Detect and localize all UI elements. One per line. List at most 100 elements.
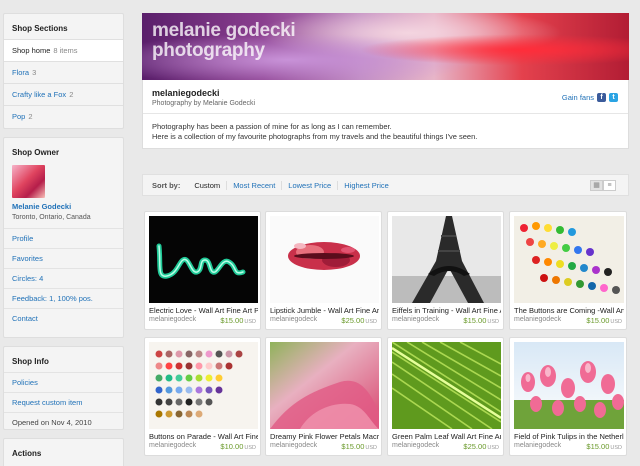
section-count: 2 [28, 112, 33, 121]
listing-title[interactable]: Green Palm Leaf Wall Art Fine Art [392, 432, 501, 441]
price-currency: USD [244, 319, 256, 325]
listing-title[interactable]: Lipstick Jumble - Wall Art Fine Art [270, 306, 379, 315]
list-view-icon[interactable]: ≡ [603, 180, 616, 191]
listing-price: $15.00USD [220, 316, 256, 325]
section-label: Crafty like a Fox [12, 90, 67, 99]
price-currency: USD [487, 445, 499, 451]
price-currency: USD [365, 445, 377, 451]
banner-title: melanie godecki photography [152, 21, 296, 61]
gain-fans-label[interactable]: Gain fans [562, 93, 594, 102]
banner-title-line2: photography [152, 40, 265, 61]
listing-seller[interactable]: melaniegodeck [514, 316, 561, 323]
shop-owner-title: Shop Owner [12, 148, 60, 157]
listing-card[interactable]: Green Palm Leaf Wall Art Fine Art melani… [387, 337, 504, 456]
listing-title[interactable]: The Buttons are Coming -Wall Art [514, 306, 624, 315]
section-label: Pop [12, 112, 26, 121]
listing-thumbnail[interactable] [270, 216, 379, 303]
sort-option-lowest-price[interactable]: Lowest Price [281, 180, 337, 190]
listing-card[interactable]: Lipstick Jumble - Wall Art Fine Art mela… [265, 211, 382, 330]
grid-view-icon[interactable]: ▦ [590, 180, 603, 191]
sort-option-custom[interactable]: Custom [188, 181, 226, 190]
opened-date: Opened on Nov 4, 2010 [4, 412, 123, 432]
price-currency: USD [610, 445, 622, 451]
price-currency: USD [365, 319, 377, 325]
listing-thumbnail[interactable] [149, 216, 258, 303]
listing-seller[interactable]: melaniegodeck [270, 316, 317, 323]
section-count: 2 [69, 90, 74, 99]
price-value: $15.00 [341, 442, 365, 451]
actions-panel: Actions [3, 438, 124, 466]
request-custom-item-link[interactable]: Request custom item [4, 392, 123, 412]
listing-thumbnail[interactable] [392, 216, 501, 303]
sort-option-most-recent[interactable]: Most Recent [226, 180, 281, 190]
section-item-crafty-like-a-fox[interactable]: Crafty like a Fox 2 [4, 83, 123, 105]
section-item-pop[interactable]: Pop 2 [4, 105, 123, 127]
sidebar: Shop Sections Shop home 8 items Flora 3 Cr… [3, 13, 124, 466]
price-value: $10.00 [220, 442, 244, 451]
twitter-icon[interactable]: t [609, 93, 618, 102]
listing-card[interactable]: Eiffels in Training - Wall Art Fine A me… [387, 211, 504, 330]
sort-option-highest-price[interactable]: Highest Price [337, 180, 395, 190]
circles-link[interactable]: Circles: 4 [4, 268, 123, 288]
price-value: $25.00 [463, 442, 487, 451]
listing-thumbnail[interactable] [149, 342, 258, 429]
owner-avatar[interactable] [12, 165, 45, 198]
listing-card[interactable]: Dreamy Pink Flower Petals Macro melanieg… [265, 337, 382, 456]
listing-card[interactable]: The Buttons are Coming -Wall Art melanie… [509, 211, 627, 330]
listing-price: $25.00USD [341, 316, 377, 325]
policies-link[interactable]: Policies [4, 372, 123, 392]
listing-seller[interactable]: melaniegodeck [270, 442, 317, 449]
listing-thumbnail[interactable] [514, 342, 624, 429]
section-label: Shop home [12, 46, 51, 55]
listing-thumbnail[interactable] [514, 216, 624, 303]
listing-price: $25.00USD [463, 442, 499, 451]
sort-label: Sort by: [152, 180, 181, 190]
listing-card[interactable]: Field of Pink Tulips in the Netherla mel… [509, 337, 627, 456]
view-toggle: ▦ ≡ [590, 180, 616, 191]
listing-title[interactable]: Buttons on Parade - Wall Art Fine A [149, 432, 258, 441]
actions-title: Actions [12, 449, 42, 458]
price-value: $15.00 [586, 442, 610, 451]
listing-title[interactable]: Field of Pink Tulips in the Netherla [514, 432, 624, 441]
shop-header: melaniegodecki Photography by Melanie Go… [143, 80, 628, 114]
listing-thumbnail[interactable] [392, 342, 501, 429]
shop-banner: melanie godecki photography [142, 13, 629, 80]
listing-title[interactable]: Electric Love - Wall Art Fine Art P [149, 306, 258, 315]
price-currency: USD [610, 319, 622, 325]
listing-card[interactable]: Electric Love - Wall Art Fine Art P mela… [144, 211, 261, 330]
listing-card[interactable]: Buttons on Parade - Wall Art Fine A mela… [144, 337, 261, 456]
listing-title[interactable]: Eiffels in Training - Wall Art Fine A [392, 306, 501, 315]
price-value: $25.00 [341, 316, 365, 325]
profile-link[interactable]: Profile [4, 228, 123, 248]
owner-location: Toronto, Ontario, Canada [12, 214, 91, 221]
shop-subtitle: Photography by Melanie Godecki [152, 100, 256, 107]
price-currency: USD [487, 319, 499, 325]
favorites-link[interactable]: Favorites [4, 248, 123, 268]
price-value: $15.00 [586, 316, 610, 325]
listing-seller[interactable]: melaniegodeck [514, 442, 561, 449]
listing-seller[interactable]: melaniegodeck [392, 442, 439, 449]
shop-description: Photography has been a passion of mine f… [143, 114, 628, 148]
price-value: $15.00 [220, 316, 244, 325]
feedback-link[interactable]: Feedback: 1, 100% pos. [4, 288, 123, 308]
listing-seller[interactable]: melaniegodeck [149, 316, 196, 323]
sort-bar: Sort by: Custom Most Recent Lowest Price… [142, 174, 629, 196]
facebook-icon[interactable]: f [597, 93, 606, 102]
contact-link[interactable]: Contact [4, 308, 123, 328]
section-item-flora[interactable]: Flora 3 [4, 61, 123, 83]
section-item-shop-home[interactable]: Shop home 8 items [4, 39, 123, 61]
listing-seller[interactable]: melaniegodeck [392, 316, 439, 323]
listing-title[interactable]: Dreamy Pink Flower Petals Macro [270, 432, 379, 441]
main-content: melanie godecki photography melaniegodec… [142, 13, 629, 196]
listing-seller[interactable]: melaniegodeck [149, 442, 196, 449]
description-line: Here is a collection of my favourite pho… [152, 132, 478, 141]
shop-sections-title: Shop Sections [12, 24, 68, 33]
section-label: Flora [12, 68, 30, 77]
owner-name-link[interactable]: Melanie Godecki [4, 202, 123, 211]
shop-info-box: melaniegodecki Photography by Melanie Go… [142, 80, 629, 149]
listing-price: $15.00USD [463, 316, 499, 325]
listing-price: $15.00USD [586, 316, 622, 325]
section-count: 3 [32, 68, 37, 77]
shop-info-panel: Shop Info Policies Request custom item O… [3, 346, 124, 430]
listing-thumbnail[interactable] [270, 342, 379, 429]
